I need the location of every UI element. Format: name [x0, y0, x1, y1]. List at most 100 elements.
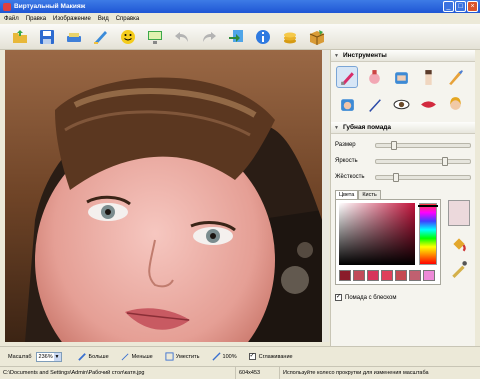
- window-title: Виртуальный Макияж: [14, 3, 86, 10]
- zoom-out-label: Меньше: [131, 353, 153, 360]
- fit-icon: [165, 352, 174, 361]
- tools-header[interactable]: ▼ Инструменты: [331, 50, 475, 62]
- tools-title: Инструменты: [342, 52, 387, 59]
- actual-size-button[interactable]: 100%: [211, 352, 237, 361]
- color-gradient-field[interactable]: [339, 203, 415, 265]
- smoothing-checkbox-row[interactable]: ✓ Сглаживание: [248, 353, 293, 360]
- size-slider[interactable]: [375, 140, 471, 150]
- color-swatch[interactable]: [367, 270, 379, 281]
- paint-icon[interactable]: [91, 27, 111, 47]
- coins-icon[interactable]: [280, 27, 300, 47]
- brightness-label: Яркость: [335, 158, 358, 164]
- brightness-slider-row: Яркость: [331, 153, 475, 169]
- lipstick-icon[interactable]: [336, 66, 358, 88]
- color-swatch[interactable]: [381, 270, 393, 281]
- actual-size-icon: [211, 352, 221, 361]
- info-icon[interactable]: [253, 27, 273, 47]
- monitor-icon[interactable]: [145, 27, 165, 47]
- portrait-image: [5, 50, 322, 342]
- zoom-select[interactable]: 236% ▼: [35, 351, 62, 362]
- hue-strip[interactable]: [419, 203, 437, 265]
- eyeliner-icon[interactable]: [363, 93, 385, 115]
- brightness-slider[interactable]: [375, 156, 471, 166]
- scanner-icon[interactable]: [64, 27, 84, 47]
- tab-brush[interactable]: Кисть: [358, 190, 381, 199]
- actual-size-label: 100%: [222, 353, 237, 360]
- undo-icon[interactable]: [172, 27, 192, 47]
- brush-icon[interactable]: [444, 66, 466, 88]
- eyedropper-icon[interactable]: [450, 260, 468, 278]
- gloss-checkbox-row[interactable]: ✓ Помада с блеском: [335, 294, 396, 301]
- zoom-out-icon: [121, 353, 129, 361]
- zoom-label: Масштаб: [8, 353, 32, 360]
- redo-icon[interactable]: [199, 27, 219, 47]
- color-swatch[interactable]: [423, 270, 435, 281]
- zoom-in-label: Больше: [88, 353, 109, 360]
- palette-tabs: Цвета Кисть: [335, 190, 475, 199]
- color-preview: [448, 200, 470, 226]
- maximize-button[interactable]: □: [455, 1, 466, 12]
- size-label: Размер: [335, 142, 356, 148]
- fit-button[interactable]: Уместить: [165, 352, 200, 361]
- menu-file[interactable]: Файл: [4, 16, 19, 22]
- color-swatch[interactable]: [395, 270, 407, 281]
- menu-view[interactable]: Вид: [98, 16, 109, 22]
- eye-icon[interactable]: [390, 93, 412, 115]
- lips-icon[interactable]: [417, 93, 439, 115]
- blush-icon[interactable]: [363, 66, 385, 88]
- tab-colors[interactable]: Цвета: [335, 190, 359, 199]
- collapse-icon: ▼: [334, 52, 339, 59]
- hardness-slider-row: Жёсткость: [331, 169, 475, 185]
- color-swatch[interactable]: [353, 270, 365, 281]
- lipstick-section-header[interactable]: ▼ Губная помада: [331, 122, 475, 134]
- hair-icon[interactable]: [444, 93, 466, 115]
- zoom-in-icon: [77, 353, 86, 361]
- color-picker: [335, 199, 441, 285]
- app-icon: [3, 2, 11, 11]
- zoom-out-button[interactable]: Меньше: [121, 352, 153, 361]
- gloss-label: Помада с блеском: [345, 294, 397, 301]
- open-folder-icon[interactable]: [10, 27, 30, 47]
- smoothing-label: Сглаживание: [258, 353, 293, 360]
- menu-help[interactable]: Справка: [116, 16, 140, 22]
- size-slider-row: Размер: [331, 137, 475, 153]
- concealer-icon[interactable]: [417, 66, 439, 88]
- zoom-bar: Масштаб 236% ▼ Больше Меньше Уместить 10…: [0, 346, 480, 366]
- smoothing-checkbox[interactable]: ✓: [248, 353, 256, 360]
- main-toolbar: [0, 24, 480, 50]
- menu-image[interactable]: Изображение: [53, 16, 91, 22]
- foundation-icon[interactable]: [390, 66, 412, 88]
- export-icon[interactable]: [226, 27, 246, 47]
- hardness-label: Жёсткость: [335, 174, 365, 180]
- lipstick-section-title: Губная помада: [342, 124, 392, 131]
- paint-bucket-icon[interactable]: [450, 235, 468, 253]
- powder-icon[interactable]: [336, 93, 358, 115]
- chevron-down-icon: ▼: [53, 352, 61, 361]
- photo-canvas[interactable]: [5, 50, 322, 342]
- fit-label: Уместить: [175, 353, 200, 360]
- box-icon[interactable]: [307, 27, 327, 47]
- color-swatch[interactable]: [409, 270, 421, 281]
- vertical-scrollbar[interactable]: [322, 50, 329, 342]
- save-icon[interactable]: [37, 27, 57, 47]
- brightness-slider-thumb[interactable]: [442, 156, 448, 166]
- status-hint: Используйте колесо прокрутки для изменен…: [283, 369, 429, 376]
- minimize-button[interactable]: _: [443, 1, 454, 12]
- zoom-value: 236%: [38, 353, 53, 360]
- color-swatch[interactable]: [339, 270, 351, 281]
- hardness-slider-thumb[interactable]: [393, 172, 399, 182]
- size-slider-thumb[interactable]: [391, 140, 397, 150]
- tools-sidebar: ▼ Инструменты ▼ Губная помада Размер Ярк…: [330, 50, 475, 346]
- close-button[interactable]: ×: [467, 1, 478, 12]
- color-swatches: [339, 270, 435, 281]
- gloss-checkbox[interactable]: ✓: [335, 294, 342, 301]
- collapse-icon: ▼: [334, 124, 339, 131]
- zoom-in-button[interactable]: Больше: [77, 352, 109, 361]
- hardness-slider[interactable]: [375, 172, 471, 182]
- status-file-path: C:\Documents and Settings\Admin\Рабочий …: [0, 366, 236, 379]
- menu-edit[interactable]: Правка: [26, 16, 46, 22]
- smiley-icon[interactable]: [118, 27, 138, 47]
- status-bar: C:\Documents and Settings\Admin\Рабочий …: [0, 366, 480, 379]
- hue-selector[interactable]: [418, 205, 438, 207]
- status-image-size: 604x453: [236, 366, 280, 379]
